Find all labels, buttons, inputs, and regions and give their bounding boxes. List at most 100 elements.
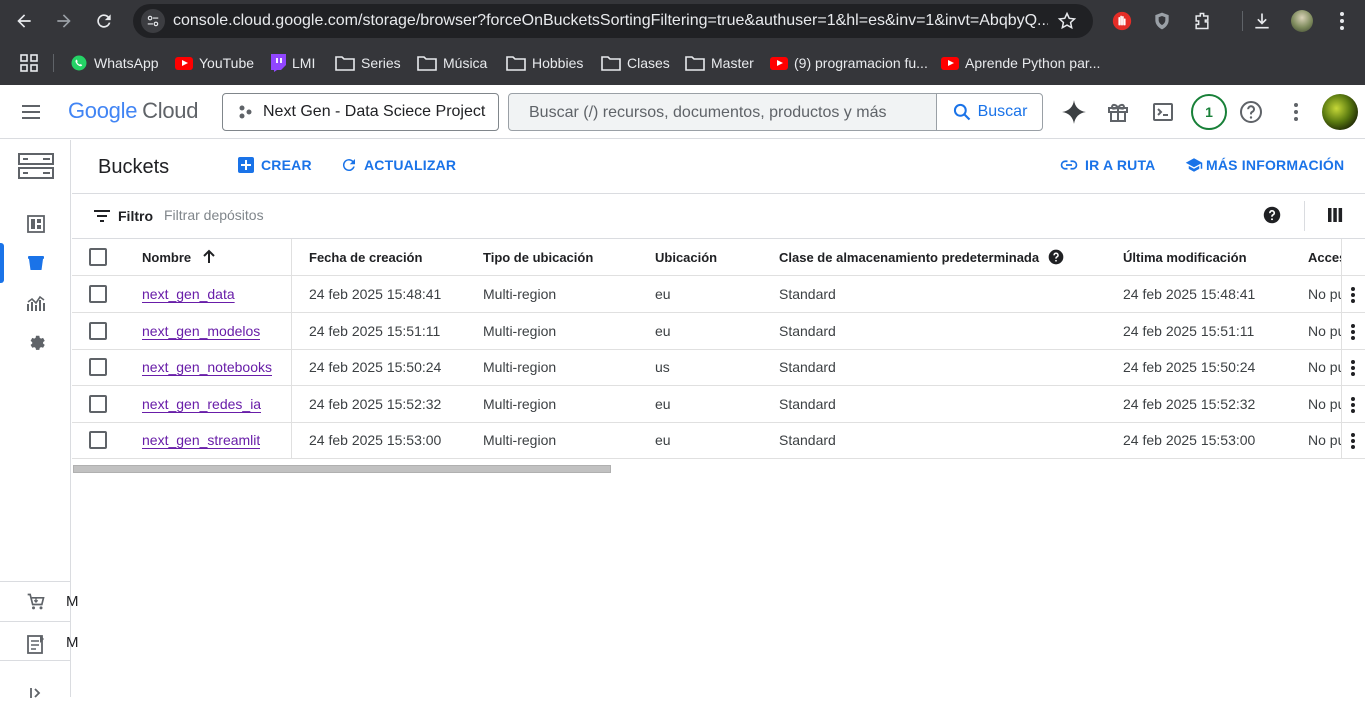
browser-chrome: console.cloud.google.com/storage/browser…: [0, 0, 1365, 85]
url-text[interactable]: console.cloud.google.com/storage/browser…: [173, 12, 1048, 30]
column-header-location[interactable]: Ubicación: [655, 239, 717, 275]
bookmark-label: Master: [711, 55, 754, 71]
filter-divider: [1304, 201, 1305, 231]
create-button[interactable]: CREAR: [237, 156, 312, 174]
cloud-shell-terminal-icon[interactable]: [1150, 99, 1176, 125]
created-cell: 24 feb 2025 15:50:24: [309, 359, 442, 375]
table-row[interactable]: next_gen_modelos 24 feb 2025 15:51:11 Mu…: [72, 313, 1365, 350]
shield-extension-icon[interactable]: [1150, 9, 1174, 33]
go-to-path-button[interactable]: IR A RUTA: [1059, 156, 1156, 174]
project-selector[interactable]: Next Gen - Data Sciece Project: [222, 93, 499, 131]
more-info-button[interactable]: MÁS INFORMACIÓN: [1184, 156, 1344, 174]
bucket-name-link[interactable]: next_gen_notebooks: [142, 359, 272, 375]
help-icon[interactable]: [1048, 249, 1064, 265]
filter-button[interactable]: Filtro: [94, 208, 153, 224]
release-notes-icon[interactable]: [24, 632, 48, 656]
table-row[interactable]: next_gen_data 24 feb 2025 15:48:41 Multi…: [72, 276, 1365, 313]
row-actions-menu-icon[interactable]: [1350, 323, 1356, 341]
row-actions-menu-icon[interactable]: [1350, 432, 1356, 450]
help-icon[interactable]: [1263, 206, 1281, 224]
marketplace-cart-icon[interactable]: [24, 590, 48, 614]
bookmark-folder-musica[interactable]: Música: [417, 52, 487, 74]
bookmark-youtube-python[interactable]: Aprende Python par...: [941, 52, 1100, 74]
adblock-extension-icon[interactable]: [1110, 9, 1134, 33]
bookmark-lmi[interactable]: LMI: [270, 52, 315, 74]
monitoring-chart-icon[interactable]: [24, 291, 48, 315]
more-options-icon[interactable]: [1283, 99, 1309, 125]
table-row[interactable]: next_gen_notebooks 24 feb 2025 15:50:24 …: [72, 349, 1365, 386]
horizontal-scrollbar[interactable]: [73, 465, 611, 473]
column-display-options-icon[interactable]: [1326, 206, 1344, 224]
reload-icon[interactable]: [92, 9, 116, 33]
bookmark-folder-hobbies[interactable]: Hobbies: [506, 52, 583, 74]
browser-menu-icon[interactable]: [1330, 9, 1354, 33]
filter-input[interactable]: Filtrar depósitos: [164, 207, 264, 223]
column-header-created[interactable]: Fecha de creación: [309, 239, 422, 275]
select-all-checkbox[interactable]: [89, 248, 107, 266]
bookmark-label: (9) programacion fu...: [794, 55, 928, 71]
extensions-puzzle-icon[interactable]: [1190, 9, 1214, 33]
location-cell: eu: [655, 323, 671, 339]
apps-grid-icon[interactable]: [20, 52, 38, 74]
last-modified-cell: 24 feb 2025 15:51:11: [1123, 323, 1255, 339]
row-checkbox[interactable]: [89, 285, 107, 303]
cloud-storage-product-icon[interactable]: [17, 152, 55, 180]
column-header-storage-class[interactable]: Clase de almacenamiento predeterminada: [779, 239, 1064, 275]
page-toolbar: Buckets CREAR ACTUALIZAR IR A RUTA MÁS I…: [72, 140, 1365, 194]
downloads-icon[interactable]: [1250, 9, 1274, 33]
bucket-name-link[interactable]: next_gen_modelos: [142, 323, 260, 339]
table-row[interactable]: next_gen_streamlit 24 feb 2025 15:53:00 …: [72, 422, 1365, 459]
column-header-location-type[interactable]: Tipo de ubicación: [483, 239, 593, 275]
row-checkbox[interactable]: [89, 358, 107, 376]
bookmark-youtube[interactable]: YouTube: [175, 52, 254, 74]
site-info-icon[interactable]: [141, 9, 165, 33]
column-header-access[interactable]: Acces: [1308, 239, 1341, 275]
row-checkbox[interactable]: [89, 395, 107, 413]
buckets-icon[interactable]: [24, 251, 48, 275]
forward-icon[interactable]: [52, 9, 76, 33]
filter-label: Filtro: [118, 208, 153, 224]
bookmark-youtube-programacion[interactable]: (9) programacion fu...: [770, 52, 928, 74]
hamburger-menu-icon[interactable]: [19, 100, 43, 124]
refresh-button[interactable]: ACTUALIZAR: [340, 156, 456, 174]
gift-icon[interactable]: [1105, 99, 1131, 125]
notifications-badge[interactable]: 1: [1191, 94, 1227, 130]
bookmark-whatsapp[interactable]: WhatsApp: [70, 52, 159, 74]
bookmark-star-icon[interactable]: [1057, 11, 1077, 31]
bookmark-folder-series[interactable]: Series: [335, 52, 401, 74]
folder-icon: [506, 56, 526, 71]
bookmark-folder-clases[interactable]: Clases: [601, 52, 670, 74]
column-header-name[interactable]: Nombre: [142, 239, 217, 275]
expand-rail-icon[interactable]: [24, 681, 48, 705]
settings-gear-icon[interactable]: [24, 330, 48, 354]
filter-bar: Filtro Filtrar depósitos: [72, 195, 1365, 239]
bookmark-folder-master[interactable]: Master: [685, 52, 754, 74]
profile-avatar-icon[interactable]: [1290, 9, 1314, 33]
search-input[interactable]: Buscar (/) recursos, documentos, product…: [529, 104, 886, 122]
table-row[interactable]: next_gen_redes_ia 24 feb 2025 15:52:32 M…: [72, 386, 1365, 423]
google-cloud-logo[interactable]: Google Cloud: [68, 98, 198, 124]
bucket-name-link[interactable]: next_gen_streamlit: [142, 432, 260, 448]
location-cell: eu: [655, 396, 671, 412]
column-header-last-modified[interactable]: Última modificación: [1123, 239, 1247, 275]
youtube-icon: [175, 56, 193, 70]
address-bar[interactable]: console.cloud.google.com/storage/browser…: [133, 4, 1093, 38]
account-avatar[interactable]: [1322, 94, 1358, 130]
search-button[interactable]: Buscar: [936, 94, 1042, 130]
row-actions-menu-icon[interactable]: [1350, 396, 1356, 414]
help-icon[interactable]: [1238, 99, 1264, 125]
row-actions-menu-icon[interactable]: [1350, 359, 1356, 377]
sort-ascending-arrow-icon[interactable]: [201, 249, 217, 265]
row-checkbox[interactable]: [89, 322, 107, 340]
filter-icon: [94, 210, 110, 222]
search-box[interactable]: Buscar (/) recursos, documentos, product…: [508, 93, 1043, 131]
last-modified-cell: 24 feb 2025 15:50:24: [1123, 359, 1256, 375]
row-checkbox[interactable]: [89, 431, 107, 449]
created-cell: 24 feb 2025 15:48:41: [309, 286, 442, 302]
bucket-name-link[interactable]: next_gen_redes_ia: [142, 396, 261, 412]
overview-dashboard-icon[interactable]: [24, 212, 48, 236]
gemini-sparkle-icon[interactable]: [1061, 99, 1087, 125]
back-icon[interactable]: [12, 9, 36, 33]
bucket-name-link[interactable]: next_gen_data: [142, 286, 235, 302]
row-actions-menu-icon[interactable]: [1350, 286, 1356, 304]
